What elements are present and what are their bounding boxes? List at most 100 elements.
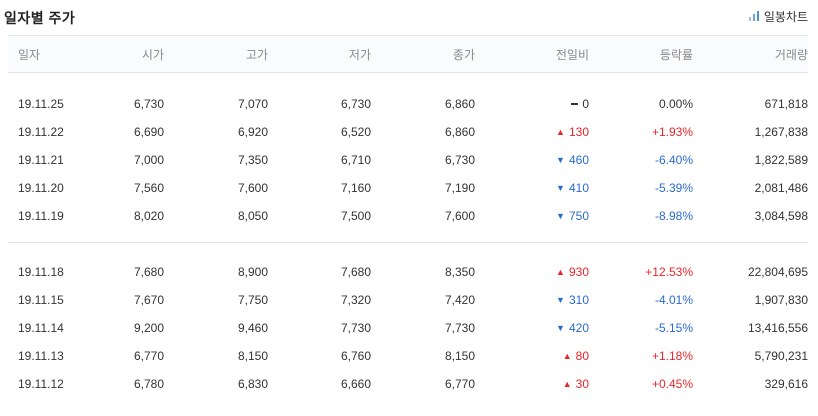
cell-low: 7,320 [340, 293, 371, 307]
triangle-up-icon: ▲ [556, 267, 565, 277]
cell-high: 7,750 [237, 293, 268, 307]
col-header-high: 고가 [245, 47, 268, 62]
table-row: 19.11.21 7,000 7,350 6,710 6,730 ▼ 460 -6.40% 1,… [8, 146, 808, 174]
cell-change: ▼ 410 [475, 181, 589, 195]
change-value: 410 [568, 181, 589, 195]
cell-change: ▲ 130 [475, 125, 589, 139]
col-header-open: 시가 [141, 47, 164, 62]
table-row: 19.11.20 7,560 7,600 7,160 7,190 ▼ 410 -5.39% 2,… [8, 174, 808, 202]
cell-open: 9,200 [133, 321, 164, 335]
cell-volume: 1,907,830 [754, 293, 808, 307]
cell-date: 19.11.20 [18, 181, 64, 195]
table-row: 19.11.13 6,770 8,150 6,760 8,150 ▲ 80 +1.18% 5,7… [8, 342, 808, 370]
cell-high: 8,050 [237, 209, 268, 223]
cell-date: 19.11.12 [18, 377, 64, 391]
cell-date: 19.11.18 [18, 265, 64, 279]
cell-high: 7,350 [237, 153, 268, 167]
table-body: 19.11.25 6,730 7,070 6,730 6,860 0 0.00% 671,81… [8, 90, 808, 398]
triangle-down-icon: ▼ [556, 295, 565, 305]
daily-chart-button[interactable]: 일봉차트 [748, 6, 808, 26]
cell-close: 7,600 [444, 209, 475, 223]
cell-change: ▲ 930 [475, 265, 589, 279]
col-header-close: 종가 [452, 47, 475, 62]
cell-high: 8,900 [237, 265, 268, 279]
cell-date: 19.11.25 [18, 97, 64, 111]
change-value: 930 [568, 265, 589, 279]
table-header: 일자 시가 고가 저가 종가 전일비 등락률 거래량 [8, 35, 808, 73]
cell-volume: 329,616 [764, 377, 808, 391]
cell-open: 8,020 [133, 209, 164, 223]
cell-close: 8,350 [444, 265, 475, 279]
cell-open: 6,690 [133, 125, 164, 139]
cell-date: 19.11.13 [18, 349, 64, 363]
cell-close: 7,190 [444, 181, 475, 195]
change-value: 310 [568, 293, 589, 307]
cell-volume: 13,416,556 [747, 321, 808, 335]
col-header-date: 일자 [18, 47, 41, 62]
cell-open: 7,560 [133, 181, 164, 195]
cell-close: 6,770 [444, 377, 475, 391]
bar-chart-icon [748, 11, 759, 21]
cell-close: 8,150 [444, 349, 475, 363]
table-row: 19.11.15 7,670 7,750 7,320 7,420 ▼ 310 -4.01% 1,… [8, 286, 808, 314]
cell-low: 7,500 [340, 209, 371, 223]
cell-change: ▲ 80 [475, 349, 589, 363]
triangle-up-icon: ▲ [562, 379, 572, 389]
cell-volume: 1,822,589 [754, 153, 808, 167]
cell-date: 19.11.19 [18, 209, 64, 223]
cell-change: ▼ 420 [475, 321, 589, 335]
cell-low: 7,730 [340, 321, 371, 335]
table-row: 19.11.12 6,780 6,830 6,660 6,770 ▲ 30 +0.45% 329… [8, 370, 808, 398]
cell-low: 6,760 [340, 349, 371, 363]
cell-rate: +12.53% [645, 265, 693, 279]
cell-high: 7,070 [237, 97, 268, 111]
col-header-rate: 등락률 [659, 47, 693, 62]
cell-rate: +1.18% [651, 349, 693, 363]
cell-rate: +1.93% [651, 125, 693, 139]
triangle-up-icon: ▲ [556, 127, 565, 137]
triangle-down-icon: ▼ [556, 155, 565, 165]
cell-volume: 3,084,598 [754, 209, 808, 223]
cell-rate: -8.98% [654, 209, 693, 223]
table-row: 19.11.22 6,690 6,920 6,520 6,860 ▲ 130 +1.93% 1,… [8, 118, 808, 146]
cell-change: ▼ 750 [475, 209, 589, 223]
cell-change: 0 [475, 97, 589, 111]
cell-low: 6,710 [340, 153, 371, 167]
table-row: 19.11.19 8,020 8,050 7,500 7,600 ▼ 750 -8.98% 3,… [8, 202, 808, 230]
cell-high: 9,460 [237, 321, 268, 335]
col-header-low: 저가 [348, 47, 371, 62]
table-row: 19.11.18 7,680 8,900 7,680 8,350 ▲ 930 +12.53% 2… [8, 258, 808, 286]
cell-low: 6,730 [340, 97, 371, 111]
cell-open: 7,000 [133, 153, 164, 167]
cell-close: 6,860 [444, 97, 475, 111]
dash-icon [571, 103, 579, 105]
cell-high: 6,830 [237, 377, 268, 391]
cell-open: 6,770 [133, 349, 164, 363]
cell-date: 19.11.15 [18, 293, 64, 307]
change-value: 750 [568, 209, 589, 223]
triangle-up-icon: ▲ [562, 351, 572, 361]
table-row: 19.11.14 9,200 9,460 7,730 7,730 ▼ 420 -5.15% 13… [8, 314, 808, 342]
cell-close: 6,860 [444, 125, 475, 139]
cell-low: 7,680 [340, 265, 371, 279]
cell-low: 6,660 [340, 377, 371, 391]
triangle-down-icon: ▼ [556, 211, 565, 221]
cell-date: 19.11.14 [18, 321, 64, 335]
cell-volume: 22,804,695 [747, 265, 808, 279]
change-value: 130 [568, 125, 589, 139]
cell-close: 6,730 [444, 153, 475, 167]
cell-rate: -5.39% [654, 181, 693, 195]
cell-high: 7,600 [237, 181, 268, 195]
col-header-change: 전일비 [555, 47, 589, 62]
cell-rate: -5.15% [654, 321, 693, 335]
cell-change: ▼ 310 [475, 293, 589, 307]
daily-chart-label: 일봉차트 [763, 9, 808, 24]
cell-rate: -4.01% [654, 293, 693, 307]
cell-open: 7,670 [133, 293, 164, 307]
cell-close: 7,420 [444, 293, 475, 307]
cell-open: 7,680 [133, 265, 164, 279]
cell-volume: 671,818 [764, 97, 808, 111]
cell-close: 7,730 [444, 321, 475, 335]
table-row: 19.11.25 6,730 7,070 6,730 6,860 0 0.00% 671,81… [8, 90, 808, 118]
change-value: 460 [568, 153, 589, 167]
